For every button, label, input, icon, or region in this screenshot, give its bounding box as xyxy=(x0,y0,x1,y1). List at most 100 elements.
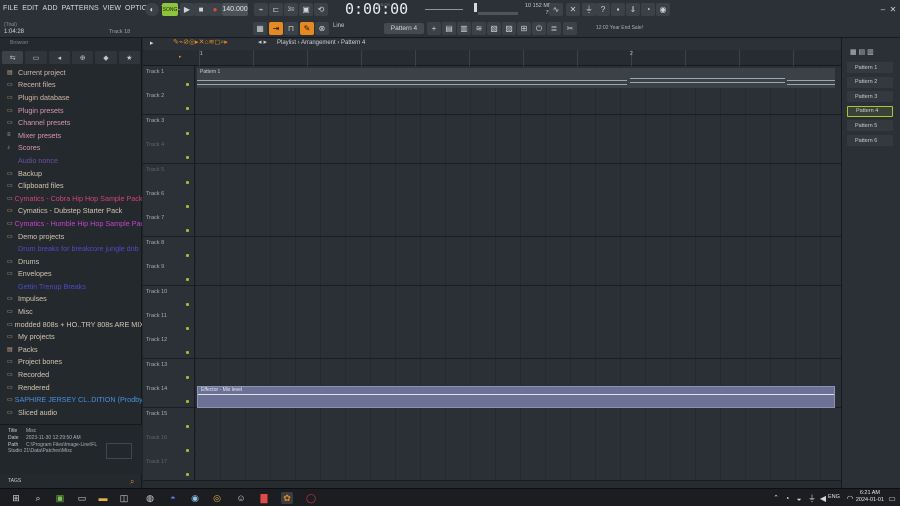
tab-favorites-icon[interactable]: ★ xyxy=(118,51,140,64)
step-edit-icon[interactable]: ▣ xyxy=(299,3,313,16)
scissors-icon[interactable]: ✂ xyxy=(563,22,577,35)
menu-item-view[interactable]: VIEW xyxy=(103,5,121,12)
browser-item[interactable]: Gettin Trenup Breaks xyxy=(0,280,142,293)
file-explorer-icon[interactable]: ▬ xyxy=(97,492,109,504)
browser-item[interactable]: ▭ Plugin database xyxy=(0,91,142,104)
tab-online-icon[interactable]: ⊕ xyxy=(71,51,94,64)
automation-clip[interactable]: Effector - Mix level xyxy=(197,386,835,408)
plugin-icon[interactable]: ⊞ xyxy=(517,22,531,35)
browser-item[interactable]: ▤ Packs xyxy=(0,343,142,356)
pencil-icon[interactable]: ✎ xyxy=(300,22,314,35)
playlist-icon[interactable]: ▨ xyxy=(502,22,516,35)
track-grid[interactable] xyxy=(196,407,841,432)
browser-item[interactable]: Drum breaks for breakcore jungle dnb xyxy=(0,242,142,255)
browser-item[interactable]: ▭ Cymatics - Humble Hip Hop Sample Pack xyxy=(0,217,142,230)
language-indicator[interactable]: ENG xyxy=(828,494,840,500)
track-row[interactable]: Track 6 xyxy=(143,188,841,213)
pattern-item[interactable]: Pattern 4 xyxy=(847,105,893,117)
track-grid[interactable] xyxy=(196,456,841,481)
track-grid[interactable] xyxy=(196,163,841,188)
steam-like-icon[interactable]: ◍ xyxy=(144,492,156,504)
track-row[interactable]: Track 10 xyxy=(143,285,841,310)
pattern-clip[interactable]: Pattern 1 xyxy=(197,68,835,88)
track-name[interactable]: Track 7 xyxy=(143,212,195,237)
track-name[interactable]: Track 12 xyxy=(143,334,195,359)
track-row[interactable]: Track 2 xyxy=(143,90,841,115)
wave-icon[interactable]: ∿ xyxy=(549,3,563,16)
browser-item[interactable]: ▭ Misc xyxy=(0,305,142,318)
record-button[interactable]: ● xyxy=(208,3,222,16)
track-grid[interactable] xyxy=(196,285,841,310)
tab-files-icon[interactable]: ▭ xyxy=(25,51,47,64)
mixer-icon[interactable]: ≋ xyxy=(472,22,486,35)
pattern-item[interactable]: Pattern 5 xyxy=(847,120,893,132)
loop-record-icon[interactable]: ⟲ xyxy=(314,3,328,16)
track-name[interactable]: Track 4 xyxy=(143,139,195,164)
track-name[interactable]: Track 11 xyxy=(143,310,195,334)
pattern-item[interactable]: Pattern 2 xyxy=(847,76,893,88)
discord-icon[interactable]: ◓ xyxy=(167,492,179,504)
browser-item[interactable]: ▭ Envelopes xyxy=(0,268,142,281)
browser-item[interactable]: Audio nonce xyxy=(0,154,142,167)
browser-item[interactable]: ▭ Drums xyxy=(0,255,142,268)
track-name[interactable]: Track 13 xyxy=(143,358,195,383)
pattern-item[interactable]: Pattern 1 xyxy=(847,62,893,73)
track-mute-led[interactable] xyxy=(186,83,189,86)
browser-item[interactable]: ▤ Current project xyxy=(0,66,142,79)
search-icon[interactable]: ⌕ xyxy=(32,492,44,504)
track-grid[interactable] xyxy=(196,114,841,139)
track-name[interactable]: Track 8 xyxy=(143,236,195,261)
pat-song-toggle[interactable]: ◐ xyxy=(145,3,159,16)
wait-icon[interactable]: ⊏ xyxy=(269,3,283,16)
browser-item[interactable]: ♪ Scores xyxy=(0,142,142,155)
magnet-icon[interactable]: ⊓ xyxy=(284,22,298,35)
search-icon[interactable]: ⌕ xyxy=(130,477,134,487)
track-row[interactable]: Track 15 xyxy=(143,407,841,432)
track-name[interactable]: Track 5 xyxy=(143,163,195,188)
track-row[interactable]: Track 8 xyxy=(143,236,841,262)
pattern-item[interactable]: Pattern 6 xyxy=(847,135,893,146)
fl-studio-icon[interactable]: ✿ xyxy=(281,492,293,504)
templates-icon[interactable]: ≣ xyxy=(547,22,561,35)
track-mute-led[interactable] xyxy=(186,327,189,330)
track-name[interactable]: Track 6 xyxy=(143,188,195,212)
playlist-arrow-icon[interactable]: ⇥ xyxy=(269,22,283,35)
browser-item[interactable]: ▭ Cymatics - Cobra Hip Hop Sample Pack xyxy=(0,192,142,205)
media-icon[interactable]: ▇ xyxy=(258,492,270,504)
close-icon[interactable]: ✕ xyxy=(886,3,900,16)
track-row[interactable]: Track 11 xyxy=(143,310,841,335)
plus-icon[interactable]: + xyxy=(427,22,441,35)
playlist-tools-icon[interactable]: ✎⌁⊘◎▸✕⌂≋◻⌕▸ xyxy=(173,38,228,47)
track-mute-led[interactable] xyxy=(186,180,189,184)
browser-icon[interactable]: ▧ xyxy=(487,22,501,35)
browser-item[interactable]: ▭ Plugin presets xyxy=(0,104,142,117)
grid-icon[interactable]: ▤ xyxy=(442,22,456,35)
track-mute-led[interactable] xyxy=(186,131,189,135)
track-mute-led[interactable] xyxy=(186,253,189,257)
track-mute-led[interactable] xyxy=(186,156,189,160)
browser-item[interactable]: ▭ Recent files xyxy=(0,79,142,92)
metronome-icon[interactable]: ⌁ xyxy=(254,3,268,16)
browser-item[interactable]: ▭ Cymatics - Dubstep Starter Pack xyxy=(0,205,142,218)
news-ticker[interactable]: 12:02 Year End Sale! xyxy=(596,25,643,31)
track-name[interactable]: Track 17 xyxy=(143,456,195,481)
help-icon[interactable]: ? xyxy=(596,3,610,16)
track-name[interactable]: Track 16 xyxy=(143,432,195,456)
track-name[interactable]: Track 14 xyxy=(143,383,195,408)
track-grid[interactable] xyxy=(196,90,841,115)
playhead-marker[interactable]: ▸ xyxy=(179,54,182,60)
track-grid[interactable] xyxy=(196,310,841,334)
ghost-icon[interactable]: ☺ xyxy=(235,492,247,504)
master-pitch-knob[interactable] xyxy=(474,3,477,12)
menu-item-file[interactable]: FILE xyxy=(3,5,18,12)
track-name[interactable]: Track 2 xyxy=(143,90,195,115)
track-row[interactable]: Track 4 xyxy=(143,139,841,164)
track-grid[interactable] xyxy=(196,139,841,164)
browser-item[interactable]: ▭ Recorded xyxy=(0,368,142,381)
browser-item[interactable]: ▭SAPHIRE JERSEY CL..DITION (Prodbymed) xyxy=(0,393,142,406)
brush-icon[interactable]: ⊗ xyxy=(315,22,329,35)
play-button[interactable]: ▶ xyxy=(180,3,194,16)
browser-item[interactable]: ▭ Sliced audio xyxy=(0,406,142,419)
pattern-selector[interactable]: Pattern 4 xyxy=(384,23,424,34)
track-grid[interactable] xyxy=(196,188,841,212)
